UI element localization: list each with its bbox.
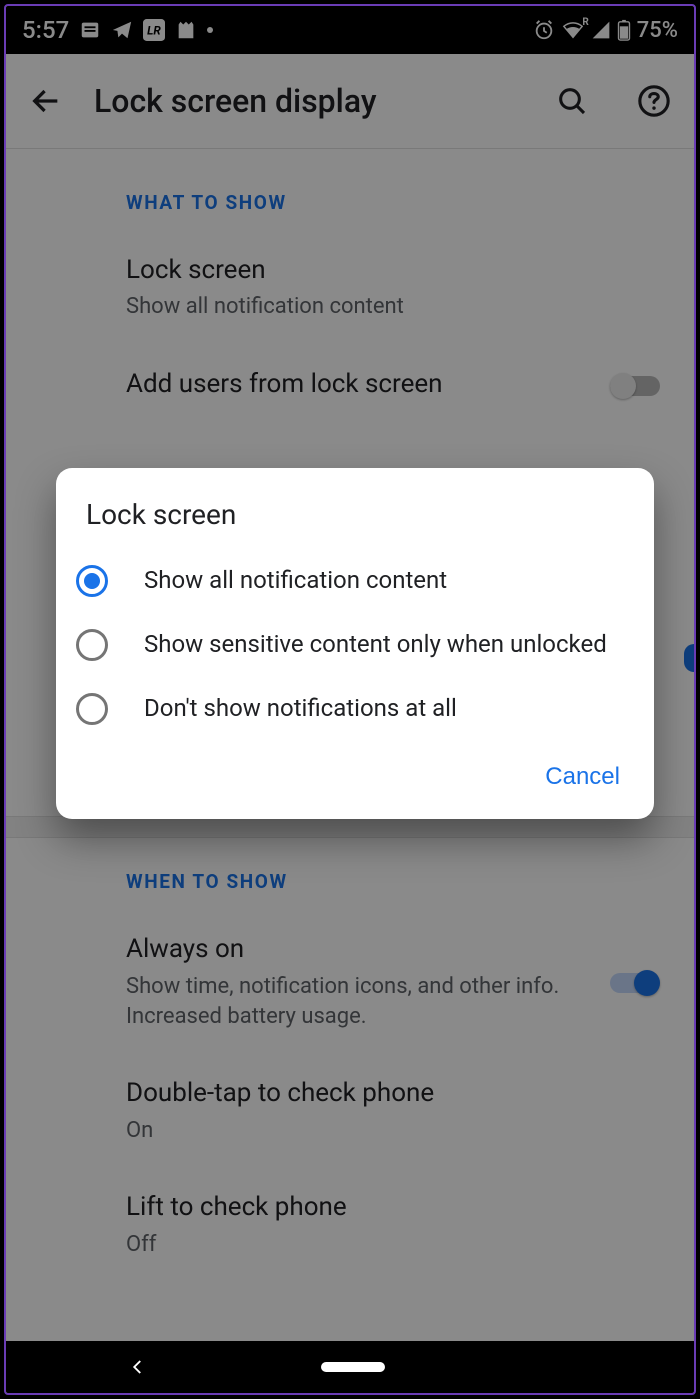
radio-icon: [76, 565, 108, 597]
radio-icon: [76, 693, 108, 725]
radio-label: Show all notification content: [144, 565, 447, 596]
radio-option-sensitive[interactable]: Show sensitive content only when unlocke…: [56, 613, 654, 677]
cancel-button[interactable]: Cancel: [545, 763, 620, 791]
nav-home-pill[interactable]: [321, 1362, 385, 1372]
radio-option-none[interactable]: Don't show notifications at all: [56, 677, 654, 741]
radio-label: Don't show notifications at all: [144, 693, 457, 724]
navigation-bar: [6, 1341, 694, 1393]
dialog-title: Lock screen: [56, 468, 654, 549]
radio-option-show-all[interactable]: Show all notification content: [56, 549, 654, 613]
radio-icon: [76, 629, 108, 661]
radio-label: Show sensitive content only when unlocke…: [144, 629, 607, 660]
nav-back-icon[interactable]: [126, 1355, 150, 1379]
settings-screen: 5:57 LR R 75% Lock screen display WHAT T…: [6, 6, 694, 1393]
lock-screen-dialog: Lock screen Show all notification conten…: [56, 468, 654, 819]
